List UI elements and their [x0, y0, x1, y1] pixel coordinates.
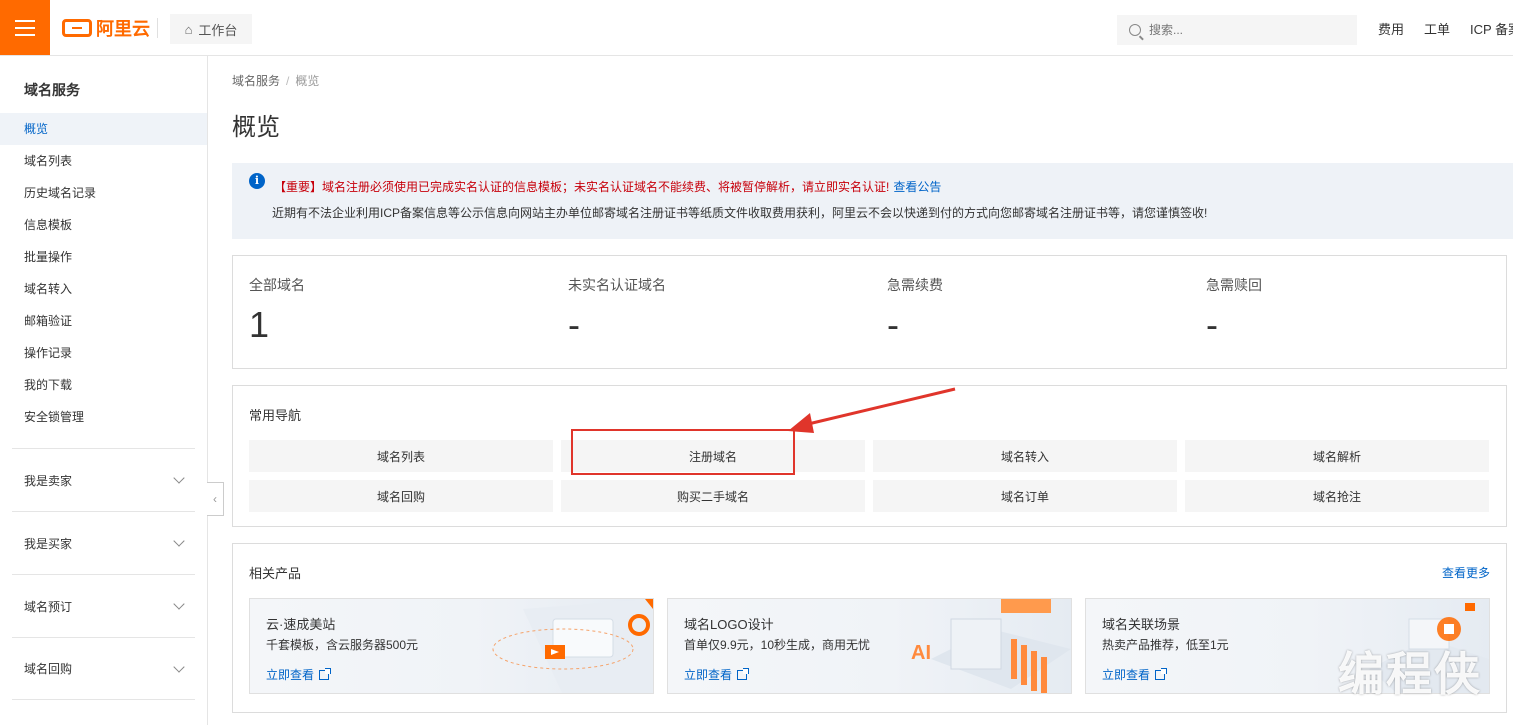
card-link-label: 立即查看	[684, 668, 733, 682]
aliyun-logo-icon	[62, 19, 92, 37]
card-title: 云·速成美站	[266, 617, 336, 632]
breadcrumb: 域名服务 / 概览	[232, 72, 319, 89]
sidebar-item-transfer-in[interactable]: 域名转入	[0, 273, 207, 305]
card-desc: 千套模板，含云服务器500元	[266, 638, 419, 652]
product-card-logo-design[interactable]: AI 域名LOGO设计 首单仅9.9元，10秒生成，商用无忧 立即查看	[667, 598, 1072, 694]
card-desc: 首单仅9.9元，10秒生成，商用无忧	[684, 638, 871, 652]
stat-value: -	[887, 304, 899, 345]
top-bar: 阿里云 ⌂ 工作台 费用 工单 ICP 备案	[0, 0, 1513, 56]
sidebar-group-label: 我是买家	[24, 536, 73, 551]
product-card-website[interactable]: 云·速成美站 千套模板，含云服务器500元 立即查看	[249, 598, 654, 694]
external-link-icon	[737, 667, 750, 680]
chevron-down-icon	[173, 660, 185, 673]
related-products-panel: 相关产品 查看更多 云·速成美站 千套模板，含云服务器500元 立即查看 AI …	[232, 543, 1507, 713]
sidebar-group-seller[interactable]: 我是卖家	[12, 448, 195, 511]
ai-art-label: AI	[911, 642, 931, 664]
info-icon: i	[249, 173, 265, 189]
home-icon: ⌂	[184, 21, 193, 37]
external-link-icon	[1155, 667, 1168, 680]
nav-button-backorder[interactable]: 域名抢注	[1185, 480, 1489, 512]
nav-button-transfer-in[interactable]: 域名转入	[873, 440, 1177, 472]
top-links: 费用 工单 ICP 备案	[1378, 0, 1513, 56]
card-link-label: 立即查看	[1102, 668, 1151, 682]
stat-label: 急需续费	[887, 277, 943, 293]
sidebar-item-overview[interactable]: 概览	[0, 113, 207, 145]
chevron-left-icon: ‹	[213, 492, 217, 506]
notice-important-text: 【重要】域名注册必须使用已完成实名认证的信息模板；未实名认证域名不能续费、将被暂…	[274, 180, 890, 194]
sidebar-group-reserve[interactable]: 域名预订	[12, 574, 195, 637]
stat-label: 未实名认证域名	[568, 277, 666, 293]
sidebar-item-templates[interactable]: 信息模板	[0, 209, 207, 241]
notice-important: 【重要】域名注册必须使用已完成实名认证的信息模板；未实名认证域名不能续费、将被暂…	[274, 178, 941, 195]
nav-button-dns[interactable]: 域名解析	[1185, 440, 1489, 472]
logo-text: 阿里云	[96, 19, 150, 39]
sidebar-item-batch[interactable]: 批量操作	[0, 241, 207, 273]
sidebar-group-label: 域名回购	[24, 662, 73, 676]
stat-label: 全部域名	[249, 277, 305, 293]
stat-value: 1	[249, 304, 270, 345]
sidebar-group-buyback[interactable]: 域名回购	[12, 637, 195, 700]
card-title: 域名LOGO设计	[684, 617, 774, 632]
search-input[interactable]	[1149, 23, 1339, 37]
aliyun-logo[interactable]: 阿里云	[62, 16, 150, 40]
nav-button-domain-list[interactable]: 域名列表	[249, 440, 553, 472]
notice-banner: i 【重要】域名注册必须使用已完成实名认证的信息模板；未实名认证域名不能续费、将…	[232, 163, 1513, 239]
card-link-label: 立即查看	[266, 668, 315, 682]
sidebar-item-email-verify[interactable]: 邮箱验证	[0, 305, 207, 337]
workbench-label: 工作台	[198, 22, 238, 38]
stat-label: 急需赎回	[1206, 277, 1262, 293]
hamburger-menu-icon[interactable]	[0, 0, 50, 55]
nav-button-buy-secondhand[interactable]: 购买二手域名	[561, 480, 865, 512]
sidebar-item-downloads[interactable]: 我的下载	[0, 369, 207, 401]
chevron-down-icon	[173, 472, 185, 484]
card-link[interactable]: 立即查看	[1102, 666, 1168, 683]
sidebar-menu: 概览 域名列表 历史域名记录 信息模板 批量操作 域名转入 邮箱验证 操作记录 …	[0, 113, 207, 433]
search-icon	[1129, 24, 1141, 36]
sidebar: 域名服务 概览 域名列表 历史域名记录 信息模板 批量操作 域名转入 邮箱验证 …	[0, 56, 208, 725]
watermark-text: 编程侠	[1338, 647, 1482, 701]
logo-design-illustration-icon	[931, 599, 1071, 693]
view-more-link[interactable]: 查看更多	[1442, 564, 1490, 581]
stat-value: -	[568, 304, 580, 345]
common-nav-grid: 域名列表 注册域名 域名转入 域名解析 域名回购 购买二手域名 域名订单 域名抢…	[249, 440, 1489, 512]
domain-stats-panel: 全部域名 1 未实名认证域名 - 急需续费 - 急需赎回 -	[232, 255, 1507, 369]
notice-warning-text: 近期有不法企业利用ICP备案信息等公示信息向网站主办单位邮寄域名注册证书等纸质文…	[272, 206, 1208, 220]
sidebar-group-label: 我是卖家	[24, 473, 73, 488]
sidebar-title: 域名服务	[24, 82, 80, 98]
divider	[157, 18, 158, 38]
breadcrumb-root[interactable]: 域名服务	[232, 74, 280, 88]
annotation-highlight-box	[571, 429, 795, 475]
common-nav-title: 常用导航	[249, 408, 302, 423]
website-illustration-icon	[492, 599, 653, 693]
breadcrumb-current: 概览	[295, 74, 320, 88]
top-link-fees[interactable]: 费用	[1378, 19, 1404, 38]
workbench-button[interactable]: ⌂ 工作台	[170, 14, 252, 44]
page-title: 概览	[232, 114, 280, 141]
chevron-down-icon	[173, 598, 185, 610]
card-title: 域名关联场景	[1102, 617, 1181, 632]
stat-value: -	[1206, 304, 1218, 345]
sidebar-item-history[interactable]: 历史域名记录	[0, 177, 207, 209]
sidebar-collapse-button[interactable]: ‹	[207, 482, 224, 516]
breadcrumb-separator: /	[286, 74, 290, 88]
chevron-down-icon	[173, 535, 185, 547]
view-announcement-link[interactable]: 查看公告	[893, 180, 941, 194]
sidebar-group-label: 域名预订	[24, 599, 73, 614]
external-link-icon	[319, 667, 332, 680]
search-box[interactable]	[1117, 15, 1357, 45]
top-link-tickets[interactable]: 工单	[1424, 19, 1450, 38]
card-link[interactable]: 立即查看	[684, 666, 750, 683]
annotation-arrow-icon	[788, 387, 956, 433]
sidebar-item-security-lock[interactable]: 安全锁管理	[0, 401, 207, 433]
related-products-title: 相关产品	[249, 566, 302, 581]
card-desc: 热卖产品推荐，低至1元	[1102, 638, 1229, 652]
card-link[interactable]: 立即查看	[266, 666, 332, 683]
nav-button-orders[interactable]: 域名订单	[873, 480, 1177, 512]
sidebar-item-domain-list[interactable]: 域名列表	[0, 145, 207, 177]
top-link-icp[interactable]: ICP 备案	[1470, 19, 1513, 38]
product-cards: 云·速成美站 千套模板，含云服务器500元 立即查看 AI 域名LOGO设计 首…	[249, 598, 1490, 694]
sidebar-group-buyer[interactable]: 我是买家	[12, 511, 195, 574]
nav-button-buyback[interactable]: 域名回购	[249, 480, 553, 512]
sidebar-item-op-log[interactable]: 操作记录	[0, 337, 207, 369]
